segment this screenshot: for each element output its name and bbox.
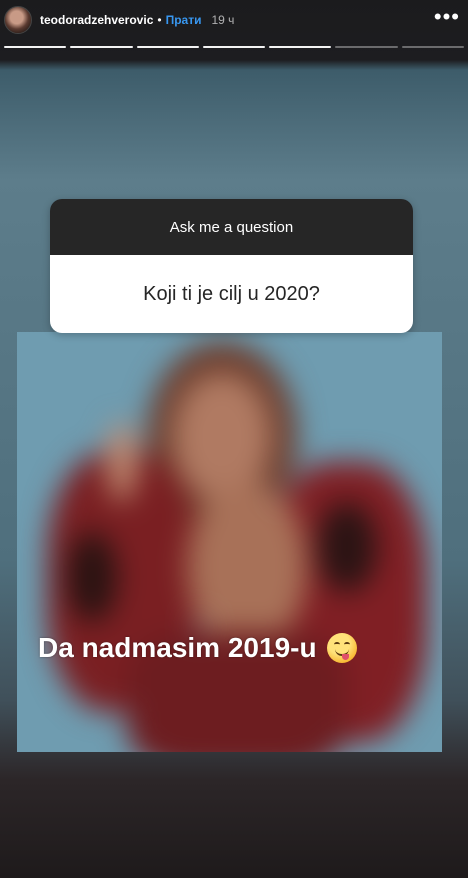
separator-dot: • [157,13,162,27]
face-savoring-food-emoji-icon [326,633,357,663]
progress-segment [269,46,332,48]
profile-avatar[interactable] [4,6,32,34]
progress-segment [335,46,398,48]
emoji-tongue [341,654,349,660]
progress-segment [70,46,133,48]
post-time: 19 ч [211,13,235,27]
question-prompt: Ask me a question [50,199,413,255]
progress-segment [401,46,464,48]
story-photo [17,332,442,752]
question-sticker[interactable]: Ask me a question Koji ti je cilj u 2020… [50,199,413,333]
blurred-image [17,332,442,752]
story-header: teodoradzehverovic • Прати 19 ч ••• [0,0,468,40]
more-horizontal-icon[interactable]: ••• [434,6,460,34]
username-link[interactable]: teodoradzehverovic [40,13,153,27]
question-text: Koji ti je cilj u 2020? [50,255,413,333]
follow-button[interactable]: Прати [166,13,202,27]
story-progress-bar [4,46,464,49]
progress-segment [136,46,199,48]
answer-caption: Da nadmasim 2019-u [30,628,435,668]
story-viewer: teodoradzehverovic • Прати 19 ч ••• Ask … [0,0,468,878]
progress-segment [202,46,266,48]
progress-segment [4,46,67,48]
answer-text: Da nadmasim 2019-u [38,632,317,663]
